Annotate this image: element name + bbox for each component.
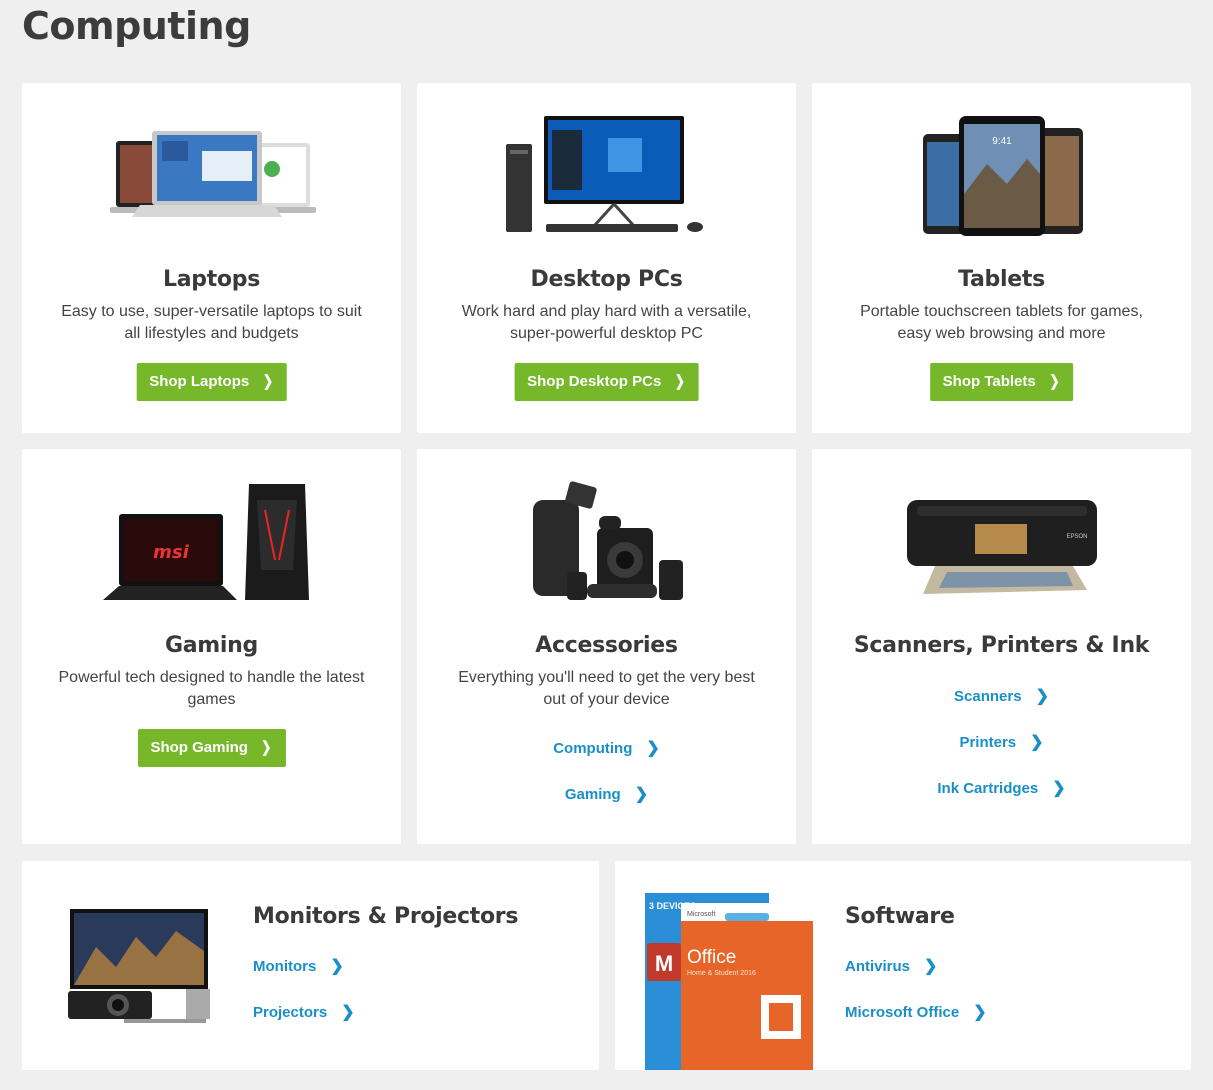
laptops-card: Laptops Easy to use, super-versatile lap… bbox=[22, 83, 401, 433]
software-title: Software bbox=[845, 904, 955, 929]
laptops-image[interactable] bbox=[22, 111, 401, 241]
chevron-right-icon: ❯ bbox=[1052, 780, 1066, 797]
svg-text:EPSON: EPSON bbox=[1066, 534, 1087, 540]
gaming-title: Gaming bbox=[165, 633, 258, 658]
desktops-title: Desktop PCs bbox=[530, 267, 683, 292]
desktops-description: Work hard and play hard with a versatile… bbox=[461, 303, 752, 342]
monitors-card: Monitors & Projectors Monitors ❯ Projecto… bbox=[22, 861, 599, 1070]
chevron-right-icon: ❯ bbox=[924, 958, 938, 975]
chevron-right-icon: ❯ bbox=[330, 958, 344, 975]
monitors-title: Monitors & Projectors bbox=[253, 904, 519, 929]
laptops-description: Easy to use, super-versatile laptops to … bbox=[61, 303, 362, 342]
shop-tablets-button[interactable]: Shop Tablets ❯ bbox=[929, 363, 1074, 401]
gaming-card: msi Gaming Powerful tech designed to han… bbox=[22, 449, 401, 844]
accessories-description: Everything you'll need to get the very b… bbox=[458, 669, 755, 708]
tablets-image[interactable]: 9:41 bbox=[812, 111, 1191, 241]
chevron-right-icon: ❯ bbox=[261, 739, 272, 756]
software-card: 3 DEVICES M Microsoft Office Home & Stud… bbox=[615, 861, 1191, 1070]
tablets-title: Tablets bbox=[958, 267, 1045, 292]
desktops-image[interactable] bbox=[417, 111, 796, 241]
page-title: Computing bbox=[22, 4, 251, 48]
svg-text:9:41: 9:41 bbox=[992, 136, 1012, 147]
svg-text:M: M bbox=[655, 951, 673, 976]
printers-title: Scanners, Printers & Ink bbox=[853, 633, 1150, 658]
accessories-image[interactable] bbox=[417, 477, 796, 607]
chevron-right-icon: ❯ bbox=[1035, 688, 1049, 705]
antivirus-link[interactable]: Antivirus ❯ bbox=[845, 956, 937, 976]
svg-text:Office: Office bbox=[687, 947, 736, 968]
printers-image[interactable]: EPSON bbox=[812, 477, 1191, 607]
chevron-right-icon: ❯ bbox=[341, 1004, 355, 1021]
microsoft-office-link[interactable]: Microsoft Office ❯ bbox=[845, 1002, 987, 1022]
accessories-computing-link[interactable]: Computing ❯ bbox=[417, 738, 796, 758]
accessories-card: Accessories Everything you'll need to ge… bbox=[417, 449, 796, 844]
shop-desktops-button[interactable]: Shop Desktop PCs ❯ bbox=[514, 363, 699, 401]
chevron-right-icon: ❯ bbox=[1030, 734, 1044, 751]
laptops-title: Laptops bbox=[163, 267, 260, 292]
chevron-right-icon: ❯ bbox=[1049, 373, 1060, 390]
gaming-image[interactable]: msi bbox=[22, 477, 401, 607]
accessories-gaming-link[interactable]: Gaming ❯ bbox=[417, 784, 796, 804]
gaming-description: Powerful tech designed to handle the lat… bbox=[58, 669, 365, 708]
scanners-link[interactable]: Scanners ❯ bbox=[812, 686, 1191, 706]
shop-gaming-button[interactable]: Shop Gaming ❯ bbox=[137, 729, 286, 767]
shop-laptops-button[interactable]: Shop Laptops ❯ bbox=[136, 363, 287, 401]
svg-text:Home & Student 2016: Home & Student 2016 bbox=[687, 970, 756, 977]
chevron-right-icon: ❯ bbox=[262, 373, 273, 390]
chevron-right-icon: ❯ bbox=[674, 373, 685, 390]
monitors-link[interactable]: Monitors ❯ bbox=[253, 956, 344, 976]
printers-link[interactable]: Printers ❯ bbox=[812, 732, 1191, 752]
software-image[interactable]: 3 DEVICES M Microsoft Office Home & Stud… bbox=[645, 893, 813, 1070]
monitors-image[interactable] bbox=[66, 907, 216, 1023]
chevron-right-icon: ❯ bbox=[634, 786, 649, 803]
desktops-card: Desktop PCs Work hard and play hard with… bbox=[417, 83, 796, 433]
tablets-description: Portable touchscreen tablets for games, e… bbox=[860, 303, 1143, 342]
ink-cartridges-link[interactable]: Ink Cartridges ❯ bbox=[812, 778, 1191, 798]
accessories-title: Accessories bbox=[535, 633, 678, 658]
chevron-right-icon: ❯ bbox=[646, 740, 660, 757]
tablets-card: 9:41 Tablets Portable touchscreen tablet… bbox=[812, 83, 1191, 433]
printers-card: EPSON Scanners, Printers & Ink Scanners ❯… bbox=[812, 449, 1191, 844]
svg-text:msi: msi bbox=[153, 542, 189, 563]
svg-text:Microsoft: Microsoft bbox=[687, 911, 715, 918]
chevron-right-icon: ❯ bbox=[973, 1004, 987, 1021]
projectors-link[interactable]: Projectors ❯ bbox=[253, 1002, 355, 1022]
